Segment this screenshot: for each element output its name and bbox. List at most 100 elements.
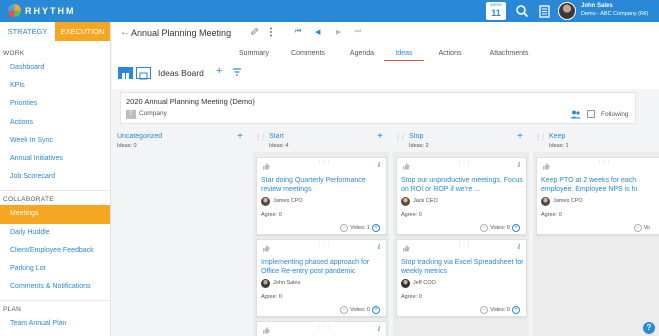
page-header: ← Annual Planning Meeting ⏮ ◀ ▶ ⏭ Summar…: [112, 22, 659, 89]
edit-icon[interactable]: [250, 27, 259, 36]
thumbs-up-icon[interactable]: [542, 162, 550, 170]
tab-agenda[interactable]: Agenda: [340, 48, 384, 61]
column-keep: ⋮⋮ Keep Ideas: 1 ⋮⋮⋮ Keep PTO at 2 weeks…: [533, 128, 659, 336]
tab-actions[interactable]: Actions: [424, 48, 476, 61]
sidebar-item-job-scorecard[interactable]: Job Scorecard: [0, 168, 110, 186]
info-icon[interactable]: i: [518, 161, 520, 169]
user-avatar[interactable]: [558, 2, 576, 20]
week-badge[interactable]: WEEK 11: [486, 2, 506, 20]
tab-execution[interactable]: EXECUTION: [55, 22, 110, 41]
add-idea-icon[interactable]: +: [216, 65, 222, 77]
column-count: Ideas: 2: [409, 143, 429, 149]
idea-card[interactable]: ⋮⋮⋮ Keep PTO at 2 weeks for each employe…: [536, 157, 659, 235]
drag-handle-icon[interactable]: ⋮⋮⋮: [457, 160, 471, 166]
vote-up-icon[interactable]: +: [512, 224, 520, 232]
notes-icon[interactable]: [537, 4, 551, 18]
sidebar-item-priorities[interactable]: Priorities: [0, 95, 110, 113]
sidebar-item-team-annual-plan[interactable]: Team Annual Plan: [0, 315, 110, 333]
idea-card[interactable]: ⋮⋮⋮ i Star doing Quarterly Performance r…: [256, 157, 387, 235]
drag-handle-icon[interactable]: ⋮⋮: [535, 134, 546, 141]
user-name[interactable]: John Sales: [581, 3, 613, 9]
thumbs-up-icon[interactable]: [402, 162, 410, 170]
add-to-column-icon[interactable]: +: [377, 131, 383, 142]
idea-card[interactable]: ⋮⋮⋮ i: [256, 321, 387, 336]
info-icon[interactable]: i: [378, 161, 380, 169]
vote-down-icon[interactable]: −: [480, 306, 489, 314]
vote-up-icon[interactable]: +: [372, 306, 380, 314]
vote-down-icon[interactable]: −: [480, 224, 489, 232]
more-options-icon[interactable]: [268, 27, 274, 37]
tab-summary[interactable]: Summary: [232, 48, 276, 61]
tab-ideas[interactable]: Ideas: [384, 48, 424, 61]
thumbs-up-icon[interactable]: [262, 326, 270, 334]
column-title: Uncategorized: [117, 133, 163, 140]
agree-count: Agree: 0: [401, 294, 422, 300]
drag-handle-icon[interactable]: ⋮⋮⋮: [317, 160, 331, 166]
agree-count: Agree: 0: [261, 294, 282, 300]
following-checkbox[interactable]: [587, 110, 595, 118]
last-page-icon[interactable]: ⏭: [355, 28, 361, 36]
participants-icon[interactable]: [570, 110, 581, 119]
meeting-info-card: 2020 Annual Planning Meeting (Demo) T Co…: [120, 92, 636, 124]
filter-icon[interactable]: [232, 67, 242, 77]
agree-count: Agree: 0: [541, 212, 562, 218]
idea-title[interactable]: Stop our unproductive meetings. Focus on…: [401, 176, 524, 194]
drag-handle-icon[interactable]: ⋮⋮: [255, 134, 266, 141]
meeting-title: 2020 Annual Planning Meeting (Demo): [126, 97, 255, 106]
tab-strategy[interactable]: STRATEGY: [0, 22, 55, 41]
idea-title[interactable]: Keep PTO at 2 weeks for each employee. E…: [541, 176, 659, 194]
drag-handle-icon[interactable]: ⋮⋮⋮: [317, 242, 331, 248]
sidebar-item-daily-huddle[interactable]: Daily Huddle: [0, 224, 110, 242]
next-icon[interactable]: ▶: [336, 28, 341, 36]
vote-up-icon[interactable]: +: [372, 224, 380, 232]
user-company[interactable]: Demo - ABC Company (Ril): [581, 11, 648, 17]
vote-up-icon[interactable]: +: [512, 306, 520, 314]
vote-down-icon[interactable]: −: [340, 306, 349, 314]
tab-attachments[interactable]: Attachments: [476, 48, 542, 61]
sidebar-item-dashboard[interactable]: Dashboard: [0, 59, 110, 77]
info-icon[interactable]: i: [378, 243, 380, 251]
idea-title[interactable]: Stop tracking via Excel Spreadsheet for …: [401, 258, 524, 276]
column-title: Stop: [409, 133, 424, 140]
idea-title[interactable]: Implementing phased approach for Office …: [261, 258, 384, 276]
sidebar-item-meetings[interactable]: Meetings: [0, 205, 110, 224]
vote-down-icon[interactable]: −: [340, 224, 349, 232]
vote-down-icon[interactable]: −: [633, 224, 642, 232]
idea-title[interactable]: Star doing Quarterly Performance review …: [261, 176, 384, 194]
tab-comments[interactable]: Comments: [276, 48, 340, 61]
idea-card[interactable]: ⋮⋮⋮ i Stop tracking via Excel Spreadshee…: [396, 239, 527, 317]
votes-count: Votes: 0: [490, 225, 510, 231]
thumbs-up-icon[interactable]: [402, 244, 410, 252]
thumbs-up-icon[interactable]: [262, 162, 270, 170]
help-icon[interactable]: ?: [643, 322, 655, 334]
idea-card[interactable]: ⋮⋮⋮ i Implementing phased approach for O…: [256, 239, 387, 317]
sidebar-item-feedback[interactable]: Client/Employee Feedback: [0, 242, 110, 260]
sidebar-item-actions[interactable]: Actions: [0, 114, 110, 132]
info-icon[interactable]: i: [518, 243, 520, 251]
board-view-button[interactable]: [118, 67, 133, 79]
previous-icon[interactable]: ◀: [315, 28, 320, 36]
sidebar-item-parking-lot[interactable]: Parking Lot: [0, 260, 110, 278]
sidebar-item-annual-initiatives[interactable]: Annual Initiatives: [0, 150, 110, 168]
votes-count: Vo: [643, 225, 650, 231]
drag-handle-icon[interactable]: ⋮⋮⋮: [317, 324, 331, 330]
list-view-button[interactable]: [136, 67, 151, 80]
drag-handle-icon[interactable]: ⋮⋮⋮: [597, 160, 611, 166]
drag-handle-icon[interactable]: ⋮⋮⋮: [457, 242, 471, 248]
app-logo[interactable]: RHYTHM: [8, 4, 76, 17]
thumbs-up-icon[interactable]: [262, 244, 270, 252]
sidebar-item-kpis[interactable]: KPIs: [0, 77, 110, 95]
add-to-column-icon[interactable]: +: [517, 131, 523, 142]
sidebar-item-week-in-sync[interactable]: Week In Sync: [0, 132, 110, 150]
info-icon[interactable]: i: [378, 325, 380, 333]
column-title: Keep: [549, 133, 566, 140]
idea-card[interactable]: ⋮⋮⋮ i Stop our unproductive meetings. Fo…: [396, 157, 527, 235]
add-to-column-icon[interactable]: +: [237, 131, 243, 142]
divider: [0, 300, 110, 302]
sidebar-item-comments-notifications[interactable]: Comments & Notifications: [0, 278, 110, 296]
back-arrow-icon[interactable]: ←: [120, 27, 130, 38]
drag-handle-icon[interactable]: ⋮⋮: [395, 134, 406, 141]
search-icon[interactable]: [515, 4, 529, 18]
first-page-icon[interactable]: ⏮: [295, 28, 301, 36]
idea-owner: James CPO: [553, 198, 583, 204]
